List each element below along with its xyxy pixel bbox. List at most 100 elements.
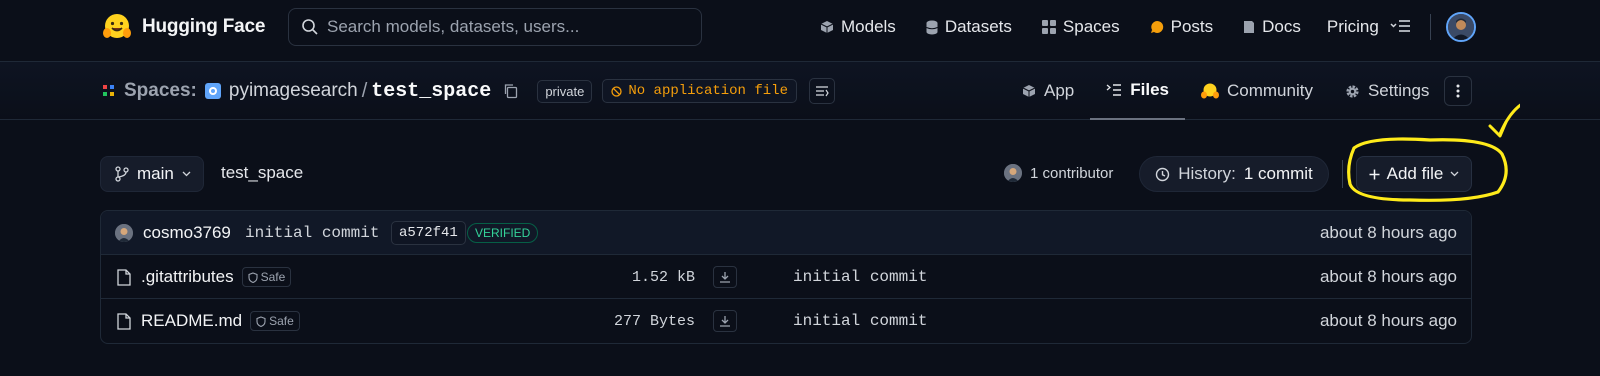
tab-community-label: Community bbox=[1227, 81, 1313, 100]
download-button[interactable] bbox=[713, 299, 737, 343]
commit-author-avatar bbox=[115, 224, 133, 242]
list-icon bbox=[815, 86, 829, 97]
last-commit-row: cosmo3769 initial commit a572f41 VERIFIE… bbox=[101, 211, 1471, 255]
brand[interactable]: Hugging Face bbox=[102, 12, 265, 42]
file-commit-time: about 8 hours ago bbox=[1319, 311, 1457, 330]
kebab-icon bbox=[1456, 84, 1460, 98]
contributors[interactable]: 1 contributor bbox=[1004, 164, 1113, 182]
more-menu-icon[interactable] bbox=[1390, 16, 1412, 36]
file-table: cosmo3769 initial commit a572f41 VERIFIE… bbox=[100, 210, 1472, 344]
nav-spaces-label: Spaces bbox=[1062, 17, 1120, 36]
verified-badge: VERIFIED bbox=[467, 211, 539, 255]
copy-icon[interactable] bbox=[503, 83, 519, 99]
file-row[interactable]: .gitattributes Safe 1.52 kB initial comm… bbox=[101, 255, 1471, 299]
branch-selector[interactable]: main bbox=[100, 156, 204, 192]
file-row[interactable]: README.md Safe 277 Bytes initial commit … bbox=[101, 299, 1471, 343]
safe-badge: Safe bbox=[250, 311, 300, 331]
file-name[interactable]: .gitattributes Safe bbox=[117, 255, 292, 299]
grid-icon bbox=[1041, 20, 1056, 34]
breadcrumb-section[interactable]: Spaces: bbox=[124, 80, 197, 102]
status-label: No application file bbox=[628, 83, 788, 99]
nav-divider bbox=[1430, 14, 1431, 40]
database-icon bbox=[926, 20, 938, 34]
verified-label: VERIFIED bbox=[467, 223, 539, 243]
path-breadcrumb[interactable]: test_space bbox=[221, 163, 303, 183]
files-icon bbox=[1106, 84, 1122, 96]
safe-label: Safe bbox=[269, 314, 294, 328]
add-file-label: Add file bbox=[1386, 164, 1444, 183]
blocked-icon bbox=[611, 85, 622, 97]
top-navbar: Hugging Face Models Datasets bbox=[0, 0, 1600, 62]
visibility-badge: private bbox=[537, 79, 593, 103]
nav-datasets[interactable]: Datasets bbox=[926, 17, 1012, 37]
divider bbox=[1342, 160, 1343, 188]
sidebar-toggle-button[interactable] bbox=[808, 78, 835, 104]
brand-name: Hugging Face bbox=[142, 16, 266, 37]
tab-app[interactable]: App bbox=[1022, 62, 1090, 120]
commit-author-name: cosmo3769 bbox=[143, 223, 231, 242]
commit-sha-label: a572f41 bbox=[391, 221, 466, 245]
tab-community[interactable]: Community bbox=[1185, 62, 1329, 120]
tab-settings[interactable]: Settings bbox=[1329, 62, 1445, 120]
download-button[interactable] bbox=[713, 255, 737, 299]
repo-tabs: App Files Community Settings bbox=[1022, 62, 1445, 120]
search-icon bbox=[302, 19, 318, 35]
git-branch-icon bbox=[115, 166, 129, 182]
shield-icon bbox=[248, 271, 258, 283]
hug-icon bbox=[1201, 83, 1219, 99]
nav-datasets-label: Datasets bbox=[944, 17, 1012, 36]
add-file-button[interactable]: Add file bbox=[1356, 156, 1472, 192]
breadcrumb-owner[interactable]: pyimagesearch bbox=[229, 80, 358, 102]
nav-posts[interactable]: Posts bbox=[1150, 17, 1213, 37]
cube-icon bbox=[1022, 85, 1036, 97]
more-options-button[interactable] bbox=[1444, 76, 1472, 106]
file-commit-message[interactable]: initial commit bbox=[793, 299, 927, 343]
file-commit-time: about 8 hours ago bbox=[1319, 267, 1457, 286]
nav-models[interactable]: Models bbox=[820, 17, 896, 37]
file-name-label: .gitattributes bbox=[141, 267, 234, 286]
cube-icon bbox=[820, 21, 834, 33]
file-commit-message[interactable]: initial commit bbox=[793, 255, 927, 299]
shield-icon bbox=[256, 315, 266, 327]
history-button[interactable]: History: 1 commit bbox=[1139, 156, 1329, 192]
nav-spaces[interactable]: Spaces bbox=[1041, 17, 1120, 37]
gear-icon bbox=[1346, 84, 1359, 98]
safe-label: Safe bbox=[260, 270, 286, 284]
main-nav: Models Datasets Spaces Posts Docs Pricin… bbox=[820, 14, 1409, 40]
chevron-down-icon bbox=[1450, 171, 1459, 177]
history-label: History: bbox=[1178, 164, 1236, 183]
repo-name[interactable]: test_space bbox=[371, 80, 491, 103]
commit-author[interactable]: cosmo3769 bbox=[115, 211, 231, 255]
commit-sha[interactable]: a572f41 bbox=[391, 211, 466, 255]
download-icon bbox=[720, 272, 730, 283]
plus-icon bbox=[1369, 169, 1380, 179]
nav-docs[interactable]: Docs bbox=[1243, 17, 1301, 37]
user-avatar[interactable] bbox=[1446, 12, 1476, 42]
safe-badge: Safe bbox=[241, 267, 292, 287]
tab-files-label: Files bbox=[1130, 80, 1169, 99]
tab-files[interactable]: Files bbox=[1090, 62, 1185, 120]
avatar-image-icon bbox=[1448, 14, 1474, 40]
status-badge: No application file bbox=[602, 79, 797, 103]
avatar-image-icon bbox=[1004, 164, 1022, 182]
file-name[interactable]: README.md Safe bbox=[117, 299, 300, 343]
hugging-face-logo-icon bbox=[103, 14, 131, 38]
chevron-down-icon bbox=[182, 171, 191, 177]
breadcrumb-separator: / bbox=[361, 79, 368, 102]
search-box[interactable] bbox=[288, 8, 702, 46]
breadcrumb: Spaces: pyimagesearch / test_space priva… bbox=[102, 78, 835, 104]
download-icon bbox=[720, 316, 730, 327]
org-avatar-icon bbox=[204, 83, 221, 99]
file-icon bbox=[117, 312, 131, 330]
nav-docs-label: Docs bbox=[1262, 17, 1301, 36]
clock-icon bbox=[1156, 167, 1170, 181]
commit-message[interactable]: initial commit bbox=[245, 211, 379, 255]
history-value: 1 commit bbox=[1243, 164, 1313, 183]
nav-pricing[interactable]: Pricing bbox=[1327, 17, 1379, 37]
file-icon bbox=[117, 268, 131, 286]
search-input[interactable] bbox=[327, 17, 701, 37]
repo-header: Spaces: pyimagesearch / test_space priva… bbox=[0, 62, 1600, 120]
commit-time: about 8 hours ago bbox=[1319, 223, 1457, 242]
tab-settings-label: Settings bbox=[1367, 81, 1430, 100]
tab-app-label: App bbox=[1044, 81, 1075, 100]
